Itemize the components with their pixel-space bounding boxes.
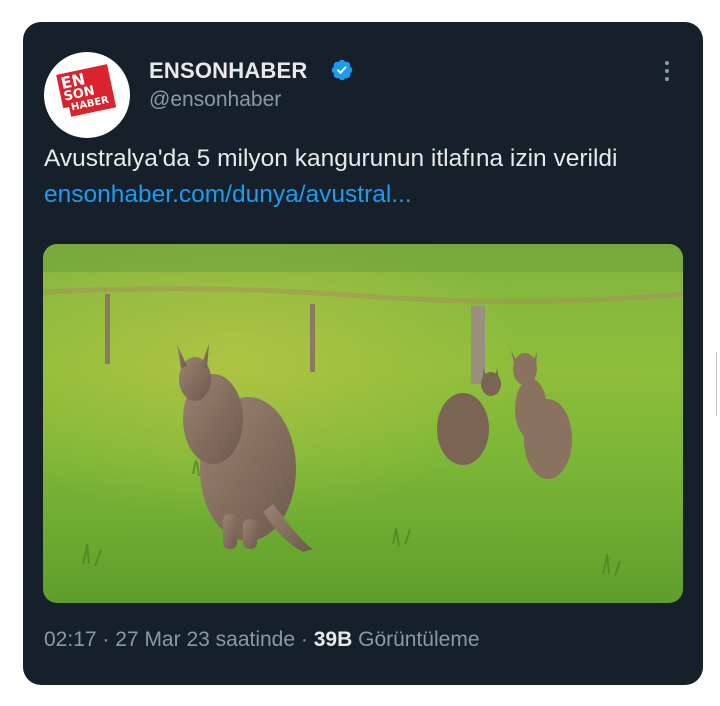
tweet-link[interactable]: ensonhaber.com/dunya/avustral...: [44, 181, 412, 208]
more-vertical-icon: [665, 61, 669, 65]
tweet-meta: 02:17 · 27 Mar 23 saatinde · 39B Görüntü…: [44, 628, 480, 652]
more-options-button[interactable]: [657, 58, 677, 84]
meta-separator-2: ·: [300, 628, 308, 651]
display-name[interactable]: ENSONHABER: [149, 58, 307, 84]
tweet-date[interactable]: 27 Mar 23 saatinde: [115, 628, 295, 651]
meta-separator: ·: [102, 628, 110, 651]
tweet-card[interactable]: EN SON HABER ENSONHABER @ensonhaber Avus…: [23, 22, 703, 685]
tweet-body: Avustralya'da 5 milyon kangurunun itlafı…: [44, 145, 618, 172]
views-count: 39B: [313, 628, 353, 651]
kangaroo-photo: [43, 244, 683, 603]
user-handle[interactable]: @ensonhaber: [149, 88, 281, 112]
views-label: Görüntüleme: [358, 628, 480, 651]
edge-divider: [716, 352, 717, 416]
tweet-text: Avustralya'da 5 milyon kangurunun itlafı…: [44, 141, 694, 213]
tweet-time[interactable]: 02:17: [44, 628, 97, 651]
ensonhaber-logo: EN SON HABER: [56, 64, 118, 126]
avatar[interactable]: EN SON HABER: [44, 52, 130, 138]
verified-badge-icon: [331, 59, 353, 81]
tweet-image[interactable]: [43, 244, 683, 603]
